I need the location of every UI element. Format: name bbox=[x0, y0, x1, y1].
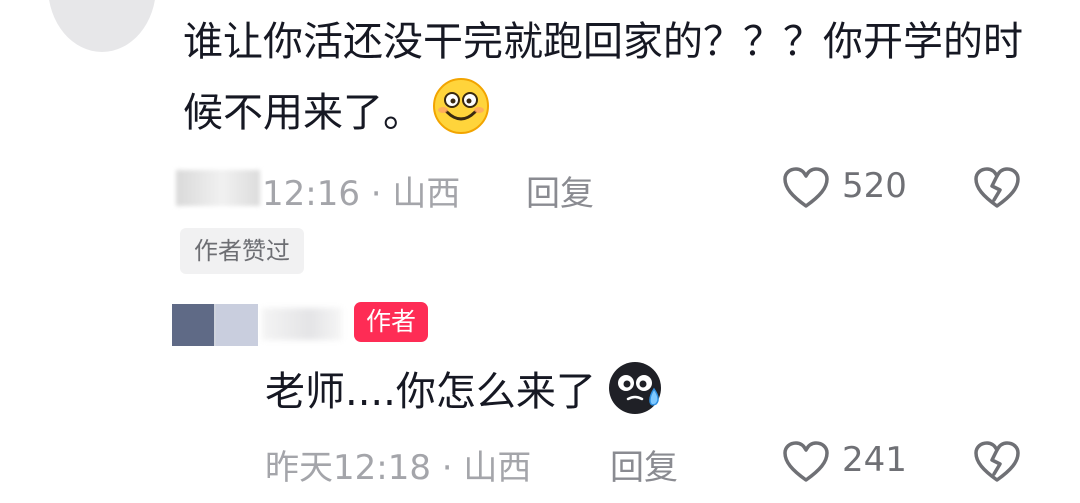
avatar[interactable] bbox=[172, 304, 258, 346]
author-badge: 作者 bbox=[354, 302, 429, 342]
comment-content: 老师....你怎么来了 bbox=[265, 369, 596, 415]
avatar-fragment bbox=[216, 304, 258, 346]
broken-heart-icon[interactable] bbox=[972, 166, 1022, 210]
comment-meta: 12:16 · 山西 bbox=[262, 174, 461, 214]
smile-emoji-icon bbox=[431, 76, 491, 136]
like-count: 241 bbox=[842, 440, 907, 480]
author-liked-badge: 作者赞过 bbox=[180, 228, 304, 274]
redacted-name bbox=[262, 308, 342, 340]
redacted-name bbox=[176, 170, 260, 206]
comment-text: 谁让你活还没干完就跑回家的？？？你开学的时候不用来了。 bbox=[183, 8, 1023, 147]
sweat-emoji-icon bbox=[606, 359, 664, 417]
comment-meta: 昨天12:18 · 山西 bbox=[265, 448, 532, 488]
avatar[interactable] bbox=[48, 0, 156, 52]
comment-text: 老师....你怎么来了 bbox=[265, 358, 664, 426]
reply-button[interactable]: 回复 bbox=[610, 440, 678, 489]
like-count: 520 bbox=[842, 166, 907, 206]
heart-icon[interactable] bbox=[782, 166, 830, 210]
heart-icon[interactable] bbox=[782, 440, 830, 484]
broken-heart-icon[interactable] bbox=[972, 440, 1022, 484]
reply-button[interactable]: 回复 bbox=[526, 166, 594, 215]
comment-content: 谁让你活还没干完就跑回家的？？？你开学的时候不用来了。 bbox=[183, 19, 1023, 136]
avatar-fragment bbox=[172, 304, 214, 346]
